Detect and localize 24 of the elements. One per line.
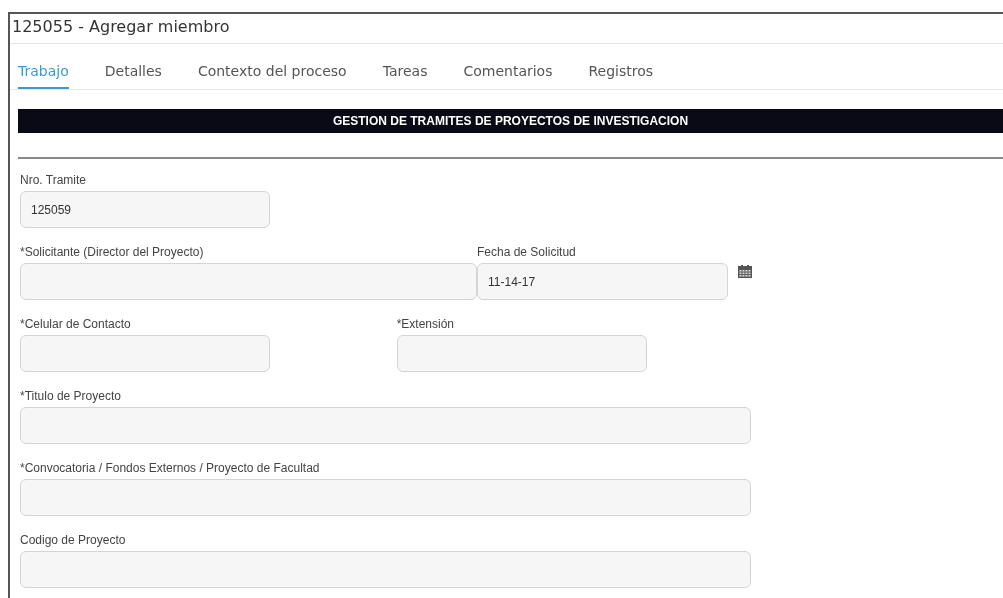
tab[interactable]: Contexto del proceso bbox=[197, 63, 347, 89]
section-header: GESTION DE TRAMITES DE PROYECTOS DE INVESTIGACION bbox=[18, 109, 1003, 133]
text-field[interactable] bbox=[396, 335, 647, 372]
field-label: *Titulo de Proyecto bbox=[20, 389, 122, 405]
field-label: *Celular de Contacto bbox=[20, 317, 132, 333]
field-label: *Convocatoria / Fondos Externos / Proyecto de Facultad bbox=[20, 461, 321, 477]
tab[interactable]: Registros bbox=[588, 63, 654, 89]
tab[interactable]: Comentarios bbox=[463, 63, 553, 89]
date-field[interactable]: 11-14-17 bbox=[477, 263, 728, 300]
text-field[interactable]: 125059 bbox=[20, 191, 270, 228]
text-field[interactable] bbox=[20, 479, 751, 516]
text-field[interactable] bbox=[20, 551, 751, 588]
field-label: Codigo de Proyecto bbox=[20, 533, 127, 549]
tab[interactable]: Tareas bbox=[382, 63, 428, 89]
field-label: *Solicitante (Director del Proyecto) bbox=[20, 245, 205, 261]
tab[interactable]: Detalles bbox=[104, 63, 162, 89]
window-title: 125055 - Agregar miembro bbox=[10, 14, 1003, 44]
text-field[interactable] bbox=[20, 407, 751, 444]
field-label: Nro. Tramite bbox=[20, 173, 87, 189]
calendar-icon[interactable] bbox=[738, 265, 752, 278]
field-label: *Extensión bbox=[396, 317, 456, 333]
field-label: Fecha de Solicitud bbox=[477, 245, 577, 261]
text-field[interactable] bbox=[20, 335, 270, 372]
text-field[interactable] bbox=[20, 263, 477, 300]
